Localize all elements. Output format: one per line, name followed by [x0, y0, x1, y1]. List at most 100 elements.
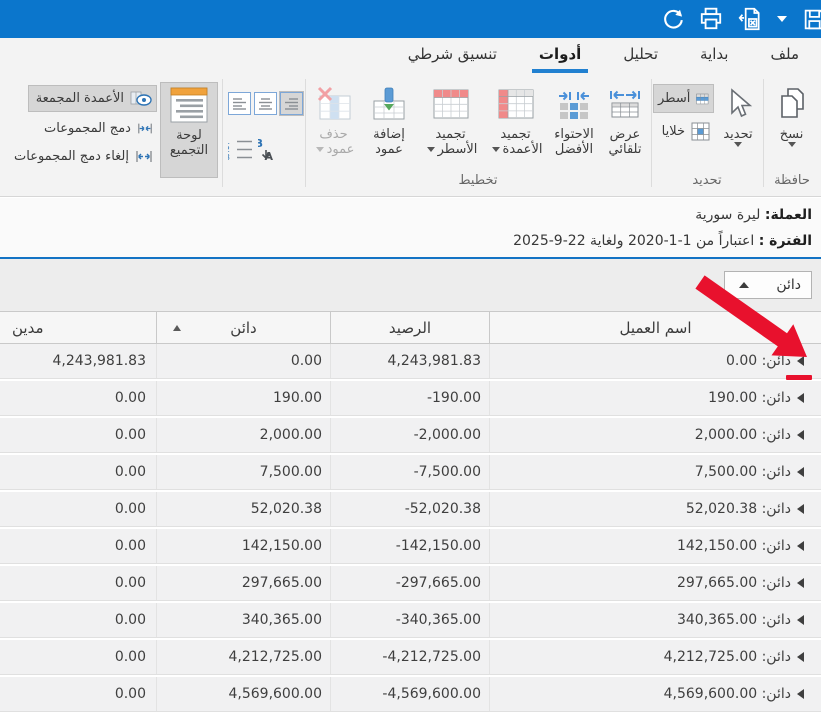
titlebar — [0, 0, 821, 38]
align-right-button[interactable] — [280, 92, 303, 115]
balance-cell: -7,500.00 — [331, 455, 490, 489]
tab-analysis[interactable]: تحليل — [616, 40, 665, 73]
tab-tools[interactable]: أدوات — [532, 40, 588, 73]
group-by-chip-credit[interactable]: دائن — [724, 271, 812, 299]
group-cell[interactable]: دائن: 0.00 — [490, 344, 821, 378]
credit-cell: 4,569,600.00 — [157, 677, 331, 711]
align-left-icon — [232, 97, 247, 110]
table-body: دائن: 0.00 4,243,981.83 0.00 4,243,981.8… — [0, 344, 821, 712]
table-row-group[interactable]: دائن: 0.00 4,243,981.83 0.00 4,243,981.8… — [0, 344, 821, 379]
column-header-credit[interactable]: دائن — [157, 312, 331, 343]
period-value: اعتباراً من 1-1-2020 ولغاية 22-9-2025 — [513, 233, 759, 249]
numbered-list-icon: 1 2 3 — [228, 136, 254, 162]
freeze-columns-button[interactable]: تجميد الأعمدة — [484, 82, 547, 178]
add-column-button[interactable]: إضافة عمود — [361, 82, 417, 178]
select-label: تحديد — [723, 127, 752, 142]
merge-groups-icon — [137, 121, 153, 136]
freeze-columns-label: تجميد الأعمدة — [500, 127, 542, 157]
column-header-customer-name[interactable]: اسم العميل — [490, 312, 821, 343]
balance-cell: 4,243,981.83 — [331, 344, 490, 378]
credit-cell: 7,500.00 — [157, 455, 331, 489]
table-row-group[interactable]: دائن: 340,365.00 -340,365.00 340,365.00 … — [0, 603, 821, 638]
table-row-group[interactable]: دائن: 190.00 -190.00 190.00 0.00 — [0, 381, 821, 416]
group-cell[interactable]: دائن: 142,150.00 — [490, 529, 821, 563]
expand-group-icon[interactable] — [797, 356, 804, 366]
table-row-group[interactable]: دائن: 4,212,725.00 -4,212,725.00 4,212,7… — [0, 640, 821, 675]
credit-cell: 52,020.38 — [157, 492, 331, 526]
group-label: دائن: 7,500.00 — [695, 464, 791, 480]
numbered-list-button[interactable]: 1 2 3 — [228, 136, 254, 166]
debit-cell: 4,243,981.83 — [0, 344, 157, 378]
expand-group-icon[interactable] — [797, 541, 804, 551]
copy-icon — [777, 86, 807, 122]
balance-cell: -340,365.00 — [331, 603, 490, 637]
group-separator — [222, 79, 223, 187]
group-cell[interactable]: دائن: 190.00 — [490, 381, 821, 415]
best-fit-button[interactable]: الاحتواء الأفضل — [549, 82, 599, 178]
expand-group-icon[interactable] — [797, 689, 804, 699]
group-cell[interactable]: دائن: 4,212,725.00 — [490, 640, 821, 674]
expand-group-icon[interactable] — [797, 578, 804, 588]
select-cells-label: خلايا — [662, 124, 685, 139]
tab-conditional-formatting[interactable]: تنسيق شرطي — [401, 40, 504, 73]
grouping-panel-button[interactable]: لوحة التجميع — [160, 82, 218, 178]
table-row-group[interactable]: دائن: 52,020.38 -52,020.38 52,020.38 0.0… — [0, 492, 821, 527]
group-cell[interactable]: دائن: 7,500.00 — [490, 455, 821, 489]
freeze-rows-button[interactable]: تجميد الأسطر — [419, 82, 482, 178]
select-rows-toggle[interactable]: أسطر — [653, 84, 714, 113]
print-button[interactable] — [697, 4, 725, 34]
table-row-group[interactable]: دائن: 297,665.00 -297,665.00 297,665.00 … — [0, 566, 821, 601]
group-separator — [763, 79, 764, 187]
expand-group-icon[interactable] — [797, 504, 804, 514]
debit-cell: 0.00 — [0, 640, 157, 674]
table-row-group[interactable]: دائن: 4,569,600.00 -4,569,600.00 4,569,6… — [0, 677, 821, 712]
unmerge-groups-icon — [135, 149, 153, 164]
table-row-group[interactable]: دائن: 2,000.00 -2,000.00 2,000.00 0.00 — [0, 418, 821, 453]
expand-group-icon[interactable] — [797, 615, 804, 625]
table-row-group[interactable]: دائن: 7,500.00 -7,500.00 7,500.00 0.00 — [0, 455, 821, 490]
group-cell[interactable]: دائن: 52,020.38 — [490, 492, 821, 526]
table-row-group[interactable]: دائن: 142,150.00 -142,150.00 142,150.00 … — [0, 529, 821, 564]
unmerge-groups-item[interactable]: إلغاء دمج المجموعات — [5, 143, 157, 169]
expand-group-icon[interactable] — [797, 652, 804, 662]
save-button[interactable] — [800, 4, 821, 34]
group-cell[interactable]: دائن: 4,569,600.00 — [490, 677, 821, 711]
group-label-select: تحديد — [651, 173, 763, 193]
refresh-button[interactable] — [658, 4, 686, 34]
grouped-columns-toggle[interactable]: الأعمدة المجمعة — [28, 85, 157, 112]
sort-alphabetical-button[interactable]: AB A — [258, 136, 286, 166]
align-center-button[interactable] — [254, 92, 277, 115]
debit-cell: 0.00 — [0, 603, 157, 637]
group-separator — [305, 79, 306, 187]
group-cell[interactable]: دائن: 340,365.00 — [490, 603, 821, 637]
copy-button[interactable]: نسخ — [765, 82, 818, 178]
align-left-button[interactable] — [228, 92, 251, 115]
column-header-debit[interactable]: مدين — [0, 312, 157, 343]
delete-column-button[interactable]: حذف عمود — [307, 82, 360, 178]
merge-groups-item[interactable]: دمج المجموعات — [40, 115, 157, 141]
group-cell[interactable]: دائن: 2,000.00 — [490, 418, 821, 452]
export-options-button[interactable] — [775, 4, 789, 34]
column-header-balance[interactable]: الرصيد — [331, 312, 490, 343]
expand-group-icon[interactable] — [797, 430, 804, 440]
select-rows-label: أسطر — [658, 91, 690, 106]
select-caret-icon — [734, 142, 742, 147]
currency-value: ليرة سورية — [695, 207, 765, 223]
select-button[interactable]: تحديد — [714, 82, 762, 178]
best-fit-label: الاحتواء الأفضل — [549, 127, 599, 157]
expand-group-icon[interactable] — [797, 393, 804, 403]
export-excel-button[interactable] — [736, 4, 764, 34]
rows-icon — [696, 89, 709, 109]
group-cell[interactable]: دائن: 297,665.00 — [490, 566, 821, 600]
freeze-rows-label: تجميد الأسطر — [435, 127, 477, 157]
balance-cell: -297,665.00 — [331, 566, 490, 600]
select-cells-toggle[interactable]: خلايا — [653, 118, 714, 145]
expand-group-icon[interactable] — [797, 467, 804, 477]
credit-cell: 142,150.00 — [157, 529, 331, 563]
freeze-columns-icon — [497, 88, 535, 120]
unmerge-groups-label: إلغاء دمج المجموعات — [14, 149, 129, 164]
tab-file[interactable]: ملف — [763, 40, 806, 73]
tab-home[interactable]: بداية — [693, 40, 735, 73]
autofit-width-button[interactable]: عرض تلقائي — [600, 82, 650, 178]
merge-groups-label: دمج المجموعات — [44, 121, 131, 136]
